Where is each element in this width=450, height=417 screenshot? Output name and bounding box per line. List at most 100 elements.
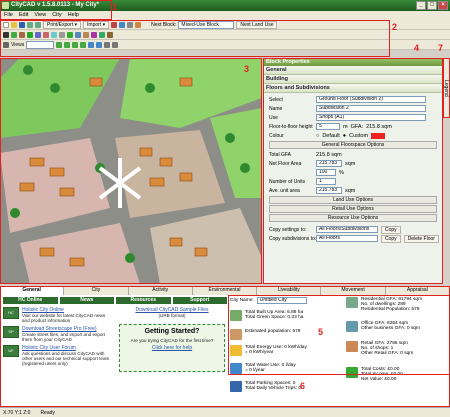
rotate-right-icon[interactable] (64, 41, 71, 48)
panel-header: Block Properties (263, 58, 443, 66)
3d-city-viewport[interactable] (0, 58, 262, 284)
maximize-button[interactable]: □ (427, 1, 437, 10)
vehicle-trips: Total Daily Vehicle Trips: 0 (245, 386, 301, 391)
views-select[interactable] (26, 40, 55, 49)
residential-icon (346, 297, 358, 308)
park-icon[interactable] (67, 31, 73, 38)
landmark-icon[interactable] (91, 31, 97, 38)
colour-swatch[interactable] (371, 132, 386, 139)
undo-icon[interactable] (27, 21, 33, 28)
news-header[interactable]: News (59, 297, 114, 304)
import-button[interactable]: Import ▾ (83, 20, 110, 29)
ready-status: Ready (40, 410, 55, 416)
menu-help[interactable]: Help (68, 11, 79, 20)
tab-activity[interactable]: Activity (128, 286, 193, 295)
total-gfa-label: Total GFA (269, 151, 291, 158)
delete-floor-button[interactable]: Delete Floor (403, 234, 439, 243)
units-field[interactable]: 1 (316, 178, 336, 185)
block-properties-panel: Block Properties General Building Floors… (263, 58, 443, 284)
section-floors[interactable]: Floors and Subdivisions (263, 84, 443, 93)
top-view-icon[interactable] (104, 41, 111, 48)
water-icon[interactable] (75, 31, 81, 38)
minimize-button[interactable]: _ (416, 1, 426, 10)
getting-started-link[interactable]: Click here for help (123, 345, 221, 351)
copy-subdiv-button[interactable]: Copy (381, 234, 401, 243)
rotate-left-icon[interactable] (56, 41, 63, 48)
tab-general[interactable]: General (0, 286, 65, 295)
window-title: CityCAD v 1.5.8.0113 - My City* (11, 2, 100, 8)
tab-movement[interactable]: Movement (321, 286, 386, 295)
tab-environmental[interactable]: Environmental (192, 286, 258, 295)
terrain-icon[interactable] (107, 31, 113, 38)
retail-use-options-button[interactable]: Retail Use Options (269, 205, 437, 213)
print-export-button[interactable]: Print/Export ▾ (43, 20, 82, 29)
close-button[interactable]: × (438, 1, 448, 10)
resources-header[interactable]: Resources (116, 297, 171, 304)
ftf-unit: m (343, 123, 348, 130)
node-icon[interactable] (35, 31, 41, 38)
measure-icon[interactable] (51, 31, 57, 38)
menu-edit[interactable]: Edit (19, 11, 28, 20)
pointer-icon[interactable] (3, 31, 9, 38)
general-floorspace-options-button[interactable]: General Floorspace Options (269, 141, 437, 149)
sample-files-sub: (URB format) (158, 313, 186, 318)
green-space-icon[interactable] (99, 31, 105, 38)
copy-settings-select[interactable]: All Floors/Subdivisions (316, 226, 378, 233)
perspective-icon[interactable] (112, 41, 119, 48)
zoom-out-icon[interactable] (96, 41, 103, 48)
layer-icon[interactable] (59, 31, 65, 38)
cut-icon[interactable] (43, 31, 49, 38)
resource-use-options-button[interactable]: Resource Use Options (269, 214, 437, 222)
net-value: Net Value: £0.00 (361, 377, 397, 382)
avg-unit-field[interactable]: 215.783 (316, 187, 342, 194)
city-name-field[interactable]: Untitled City (256, 297, 307, 304)
copy-settings-button[interactable]: Copy (381, 225, 401, 234)
annotation-label-6: 6 (300, 381, 306, 391)
legend-side-tab[interactable]: Legend (443, 58, 450, 118)
colour-default-radio[interactable]: ○ (316, 133, 319, 139)
tree-icon[interactable] (27, 31, 33, 38)
grid-icon[interactable] (127, 21, 134, 28)
zoom-icon[interactable] (119, 21, 126, 28)
nfa-field[interactable]: 215.783 (316, 160, 342, 167)
hc-online-header[interactable]: HC Online (3, 297, 58, 304)
name-field[interactable]: Subdivision 2 (316, 105, 426, 112)
ftf-field[interactable]: 5 (316, 123, 340, 130)
delete-icon[interactable] (111, 21, 118, 28)
building-icon[interactable] (83, 31, 89, 38)
copy-subdiv-select[interactable]: All Floors (316, 235, 378, 242)
menu-view[interactable]: View (34, 11, 46, 20)
block-icon[interactable] (135, 21, 142, 28)
percent-unit: % (339, 169, 344, 176)
next-block-select[interactable]: Mixed-Use Block (178, 20, 235, 29)
redo-icon[interactable] (35, 21, 41, 28)
draw-block-icon[interactable] (19, 31, 25, 38)
menu-city[interactable]: City (52, 11, 61, 20)
section-building[interactable]: Building (263, 75, 443, 84)
annotation-label-1: 1 (112, 2, 118, 12)
select-label: Select (269, 96, 283, 103)
tab-liveability[interactable]: Liveability (257, 286, 322, 295)
colour-custom-radio[interactable]: ● (343, 133, 346, 139)
new-icon[interactable] (3, 21, 9, 28)
camera-icon[interactable] (3, 41, 9, 48)
use-select[interactable]: Shops (A1) (316, 114, 426, 121)
tab-appraisal[interactable]: Appraisal (385, 286, 450, 295)
section-general[interactable]: General (263, 66, 443, 75)
next-land-use-button[interactable]: Next Land Use (236, 20, 278, 29)
pan-up-icon[interactable] (72, 41, 79, 48)
floor-select[interactable]: Ground Floor (Subdivision 2) (316, 96, 426, 103)
nfa-label: Net Floor Area (269, 160, 302, 167)
percent-field[interactable]: 100 (316, 169, 336, 176)
land-use-options-button[interactable]: Land Use Options (269, 196, 437, 204)
tab-city[interactable]: City (64, 286, 129, 295)
nfa-unit: sqm (345, 160, 356, 167)
zoom-in-icon[interactable] (88, 41, 95, 48)
open-icon[interactable] (11, 21, 17, 28)
pan-down-icon[interactable] (80, 41, 87, 48)
hc-online-icon: HC (3, 307, 19, 319)
support-header[interactable]: Support (172, 297, 227, 304)
save-icon[interactable] (19, 21, 25, 28)
menu-file[interactable]: File (4, 11, 13, 20)
draw-street-icon[interactable] (11, 31, 17, 38)
